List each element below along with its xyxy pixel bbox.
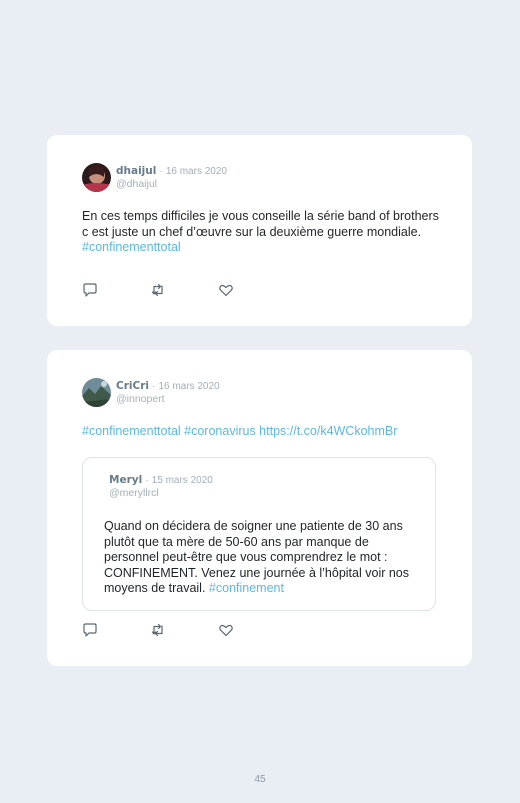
hashtag-link[interactable]: #confinement — [209, 581, 284, 595]
user-handle: @dhaijul — [116, 178, 158, 190]
quoted-tweet[interactable]: Meryl · 15 mars 2020 @meryllrcl Quand on… — [82, 457, 436, 611]
avatar[interactable] — [82, 378, 111, 407]
tweet-date: 16 mars 2020 — [165, 166, 227, 177]
tweet-header: CriCri · 16 mars 2020 @innopert — [82, 378, 220, 407]
quoted-tweet-text: Quand on décidera de soigner une patient… — [104, 519, 418, 597]
separator: · — [152, 381, 156, 392]
separator: · — [145, 475, 149, 486]
tweet-text-content: En ces temps difficiles je vous conseill… — [82, 209, 439, 239]
tweet-text: En ces temps difficiles je vous conseill… — [82, 209, 442, 256]
user-name[interactable]: dhaijul — [116, 165, 156, 177]
tweet-actions — [82, 622, 234, 638]
reply-icon[interactable] — [82, 282, 98, 298]
tweet-card: CriCri · 16 mars 2020 @innopert #confine… — [47, 350, 472, 666]
user-name[interactable]: CriCri — [116, 380, 149, 392]
quoted-tweet-header: Meryl · 15 mars 2020 @meryllrcl — [109, 474, 213, 500]
tweet-links[interactable]: #confinementtotal #coronavirus https://t… — [82, 424, 442, 440]
tweet-date: 16 mars 2020 — [158, 381, 220, 392]
retweet-icon[interactable] — [150, 622, 166, 638]
quoted-user-handle: @meryllrcl — [109, 487, 159, 499]
separator: · — [159, 166, 163, 177]
avatar[interactable] — [82, 163, 111, 192]
quoted-user-name[interactable]: Meryl — [109, 474, 142, 486]
like-icon[interactable] — [218, 622, 234, 638]
tweet-card: dhaijul · 16 mars 2020 @dhaijul En ces t… — [47, 135, 472, 326]
like-icon[interactable] — [218, 282, 234, 298]
reply-icon[interactable] — [82, 622, 98, 638]
retweet-icon[interactable] — [150, 282, 166, 298]
tweet-actions — [82, 282, 234, 298]
tweet-header: dhaijul · 16 mars 2020 @dhaijul — [82, 163, 227, 192]
page-number: 45 — [254, 774, 266, 785]
user-handle: @innopert — [116, 393, 165, 405]
quoted-tweet-date: 15 mars 2020 — [151, 475, 213, 486]
hashtag-link[interactable]: #confinementtotal — [82, 240, 181, 254]
